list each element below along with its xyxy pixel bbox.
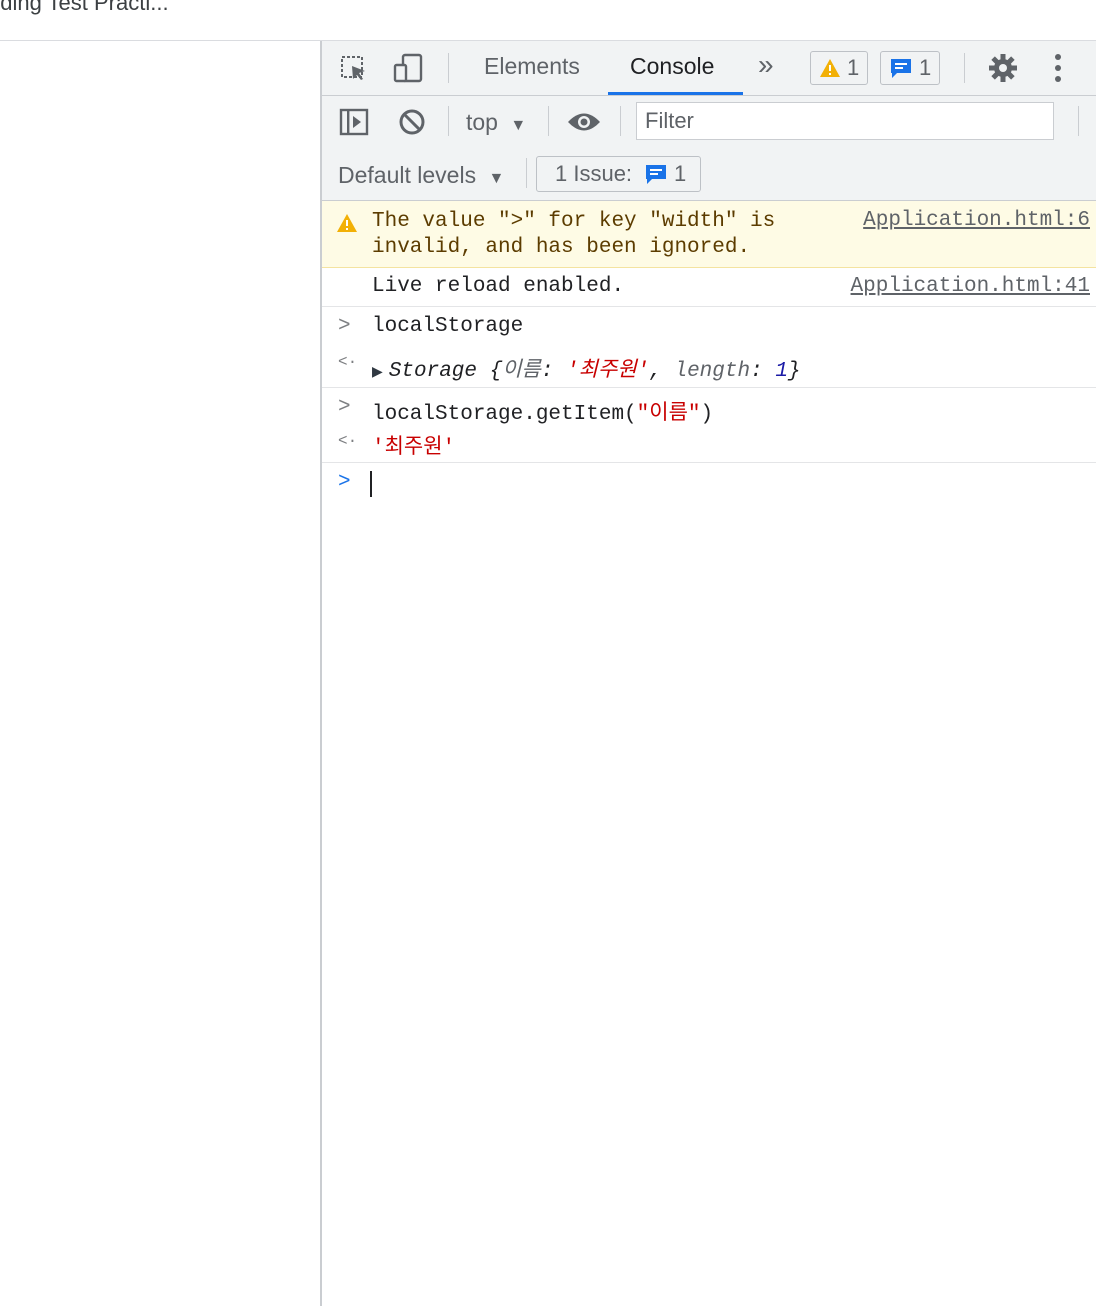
live-expression-eye-icon[interactable] [566,106,602,138]
prompt-chevron-icon: > [338,471,351,494]
log-levels-dropdown[interactable]: Default levels ▼ [338,162,504,189]
inspect-element-icon[interactable] [338,53,370,85]
log-levels-label: Default levels [338,162,477,188]
browser-tab-strip: oding Test Practi... [0,0,1096,41]
toolbar-divider [548,106,549,136]
text-cursor [370,471,372,497]
result-arrow-icon: <· [338,353,358,371]
storage-length-colon: : [750,360,776,383]
page-viewport [0,41,320,1306]
dropdown-arrow-icon: ▼ [488,170,505,187]
more-options-icon[interactable] [1046,52,1070,84]
storage-key-colon: : [540,360,567,383]
active-tab-indicator [608,92,743,95]
warning-icon [820,59,840,77]
warning-line-2: invalid, and has been ignored. [372,236,751,259]
storage-length-value: 1 [775,360,788,383]
clear-console-icon[interactable] [396,106,428,138]
tab-console[interactable]: Console [630,53,714,80]
toolbar-divider [448,53,449,83]
settings-gear-icon[interactable] [986,52,1020,84]
storage-comma: , [649,360,675,383]
device-toolbar-icon[interactable] [392,53,426,85]
warning-icon [337,214,357,232]
console-entry-localstorage: > localStorage <· ▶ Storage {이름: '최주원', l… [322,307,1096,388]
browser-tab-title[interactable]: oding Test Practi... [0,0,169,16]
console-warning-message: The value ">" for key "width" is invalid… [322,201,1096,268]
warning-source-link[interactable]: Application.html:6 [863,209,1090,232]
input-command: localStorage [372,315,524,338]
console-toolbar-levels: Default levels ▼ 1 Issue: 1 [322,146,1096,201]
toolbar-divider [1078,106,1079,136]
warnings-badge[interactable]: 1 [810,51,869,85]
toolbar-divider [448,106,449,136]
console-messages: The value ">" for key "width" is invalid… [322,201,1096,507]
issues-label: 1 Issue: [555,161,633,186]
storage-type: Storage [388,360,477,383]
getitem-call: localStorage.getItem( [372,403,637,426]
console-prompt[interactable]: > [322,463,1096,507]
devtools-panel: Elements Console » 1 1 top ▼ Filter Defa… [320,41,1096,1306]
log-source-link[interactable]: Application.html:41 [851,275,1090,298]
issues-button[interactable]: 1 Issue: 1 [536,156,702,192]
message-icon [646,165,667,184]
storage-key: 이름 [502,360,541,383]
input-prompt-icon: > [338,396,351,419]
warnings-count: 1 [847,55,860,80]
tab-elements[interactable]: Elements [484,53,580,80]
brace-open: { [489,360,503,383]
issues-count: 1 [674,161,687,186]
console-toolbar: top ▼ Filter [322,96,1096,146]
storage-length-key: length [674,360,751,383]
input-prompt-icon: > [338,315,351,338]
warning-text: The value ">" for key "width" is invalid… [372,209,775,261]
expand-triangle-icon[interactable]: ▶ [372,365,383,381]
toolbar-divider [526,158,527,188]
getitem-argument: "이름" [636,403,701,426]
warning-line-1: The value ">" for key "width" is [372,210,776,233]
devtools-main-toolbar: Elements Console » 1 1 [322,41,1096,96]
console-entry-getitem: > localStorage.getItem("이름") <· '최주원' [322,388,1096,463]
log-text: Live reload enabled. [372,275,625,298]
toolbar-divider [964,53,965,83]
filter-input[interactable]: Filter [636,102,1054,140]
storage-value: '최주원' [566,360,650,383]
sidebar-toggle-icon[interactable] [338,106,370,138]
context-selector[interactable]: top ▼ [466,109,526,136]
getitem-result: '최주원' [372,437,456,460]
more-tabs-button[interactable]: » [758,49,774,81]
getitem-close: ) [700,403,714,426]
dropdown-arrow-icon: ▼ [510,117,527,134]
brace-close: } [787,360,801,383]
toolbar-divider [620,106,621,136]
message-icon [891,59,911,78]
messages-badge[interactable]: 1 [880,51,941,85]
messages-count: 1 [919,55,932,80]
storage-result[interactable]: ▶ Storage {이름: '최주원', length: 1} [372,353,801,383]
console-log-message: Live reload enabled. Application.html:41 [322,268,1096,307]
input-command: localStorage.getItem("이름") [372,396,713,426]
context-label: top [466,109,498,135]
result-arrow-icon: <· [338,432,358,450]
